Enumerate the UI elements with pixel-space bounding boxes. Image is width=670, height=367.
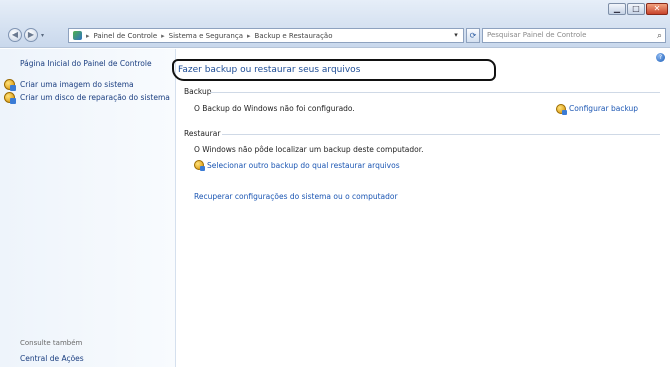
recover-settings-link[interactable]: Recuperar configurações do sistema ou o … (194, 192, 398, 201)
shield-icon (194, 160, 205, 171)
shield-icon (4, 79, 16, 91)
forward-button[interactable]: ▶ (24, 28, 38, 42)
backup-section-heading: Backup (184, 87, 212, 96)
separator-icon[interactable]: ▸ (161, 32, 165, 40)
divider (222, 134, 660, 135)
main-content: ? Fazer backup ou restaurar seus arquivo… (172, 49, 670, 367)
restore-status-text: O Windows não pôde localizar um backup d… (194, 145, 424, 154)
sidebar-home-link[interactable]: Página Inicial do Painel de Controle (20, 59, 170, 68)
minimize-button[interactable]: ▁ (608, 3, 626, 15)
maximize-button[interactable]: □ (627, 3, 645, 15)
sidebar-item-action-center[interactable]: Central de Ações (20, 354, 84, 363)
separator-icon: ▸ (86, 31, 90, 40)
search-input[interactable]: Pesquisar Painel de Controle ⌕ (482, 28, 666, 43)
window-controls: ▁ □ ✕ (608, 3, 668, 15)
page-title: Fazer backup ou restaurar seus arquivos (178, 65, 361, 75)
back-button[interactable]: ◀ (8, 28, 22, 42)
sidebar-item-system-image[interactable]: Criar uma imagem do sistema (20, 80, 170, 89)
window-titlebar: ▁ □ ✕ ◀ ▶ ▾ ▸ Painel de Controle ▸ Siste… (0, 0, 670, 48)
see-also-heading: Consulte também (20, 339, 83, 347)
restore-section-heading: Restaurar (184, 129, 221, 138)
separator-icon[interactable]: ▸ (247, 32, 251, 40)
breadcrumb-control-panel[interactable]: Painel de Controle (94, 32, 158, 40)
breadcrumb-system-security[interactable]: Sistema e Segurança (169, 32, 243, 40)
backup-status-text: O Backup do Windows não foi configurado. (194, 104, 355, 113)
shield-icon (4, 92, 16, 104)
search-icon[interactable]: ⌕ (657, 30, 662, 42)
address-bar[interactable]: ▸ Painel de Controle ▸ Sistema e Seguran… (68, 28, 464, 43)
control-panel-icon (73, 31, 82, 40)
recent-pages-icon[interactable]: ▾ (41, 32, 44, 39)
refresh-button[interactable]: ⟳ (466, 28, 480, 43)
breadcrumb-backup-restore[interactable]: Backup e Restauração (255, 32, 333, 40)
close-button[interactable]: ✕ (646, 3, 668, 15)
divider (210, 92, 660, 93)
shield-icon (556, 104, 567, 115)
sidebar-item-repair-disc[interactable]: Criar um disco de reparação do sistema (20, 93, 170, 102)
select-other-backup-link[interactable]: Selecionar outro backup do qual restaura… (207, 161, 400, 170)
nav-buttons: ◀ ▶ ▾ (8, 26, 44, 44)
help-icon[interactable]: ? (656, 53, 665, 62)
search-placeholder: Pesquisar Painel de Controle (487, 31, 587, 39)
configure-backup-link[interactable]: Configurar backup (569, 104, 638, 113)
address-dropdown-icon[interactable]: ▾ (449, 28, 463, 43)
sidebar: Página Inicial do Painel de Controle Cri… (0, 49, 176, 367)
